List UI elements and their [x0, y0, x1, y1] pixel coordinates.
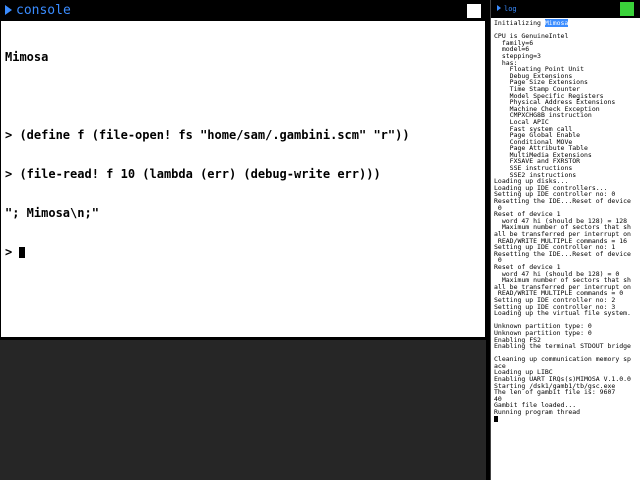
log-text-area[interactable]: Initializing Mimosa CPU is GenuineIntel f… [491, 18, 640, 472]
log-line: Cleaning up communication memory sp [494, 355, 631, 364]
log-highlight: Mimosa [544, 19, 569, 27]
window-menu-triangle-icon[interactable] [497, 5, 501, 11]
log-line: Enabling the terminal STDOUT bridge [494, 342, 631, 351]
text-cursor [494, 415, 498, 422]
console-close-box-icon[interactable] [467, 4, 481, 18]
text-cursor [19, 247, 26, 258]
log-close-box-icon[interactable] [620, 2, 634, 16]
log-title: log [504, 5, 517, 13]
log-line: Initializing Mimosa [494, 19, 637, 27]
console-banner: Mimosa [5, 50, 49, 64]
console-title: console [16, 3, 71, 18]
console-window[interactable]: console Mimosa > (define f (file-open! f… [0, 0, 486, 338]
log-line: Resetting the IDE...Reset of device [494, 197, 631, 206]
log-line: The len of gambit file is: 9607 [494, 388, 616, 397]
log-line: Loading up the virtual file system. [494, 309, 631, 318]
window-menu-triangle-icon[interactable] [5, 5, 12, 15]
log-line: Running program thread [494, 408, 581, 417]
console-text-area[interactable]: Mimosa > (define f (file-open! fs "home/… [1, 21, 485, 289]
console-titlebar[interactable]: console [1, 1, 485, 21]
console-line-text: "; Mimosa\n;" [5, 206, 99, 220]
prompt-symbol: > [5, 245, 20, 259]
log-window[interactable]: log Initializing Mimosa CPU is GenuineInt… [490, 0, 640, 480]
prompt-symbol: > [5, 128, 20, 142]
desktop-background [0, 340, 486, 480]
console-line-text: (define f (file-open! fs "home/sam/.gamb… [19, 128, 410, 142]
console-line: > (file-read! f 10 (lambda (err) (debug-… [5, 168, 481, 181]
log-line-prefix: Initializing [494, 19, 545, 27]
console-line: "; Mimosa\n;" [5, 207, 481, 220]
log-line: Resetting the IDE...Reset of device [494, 249, 631, 258]
log-titlebar[interactable]: log [491, 0, 640, 18]
console-line: > (define f (file-open! fs "home/sam/.ga… [5, 129, 481, 142]
console-input-line[interactable]: > [5, 246, 481, 259]
log-lines: CPU is GenuineIntel family=6 model=6 ste… [494, 27, 637, 416]
prompt-symbol: > [5, 167, 20, 181]
console-line-text: (file-read! f 10 (lambda (err) (debug-wr… [19, 167, 381, 181]
